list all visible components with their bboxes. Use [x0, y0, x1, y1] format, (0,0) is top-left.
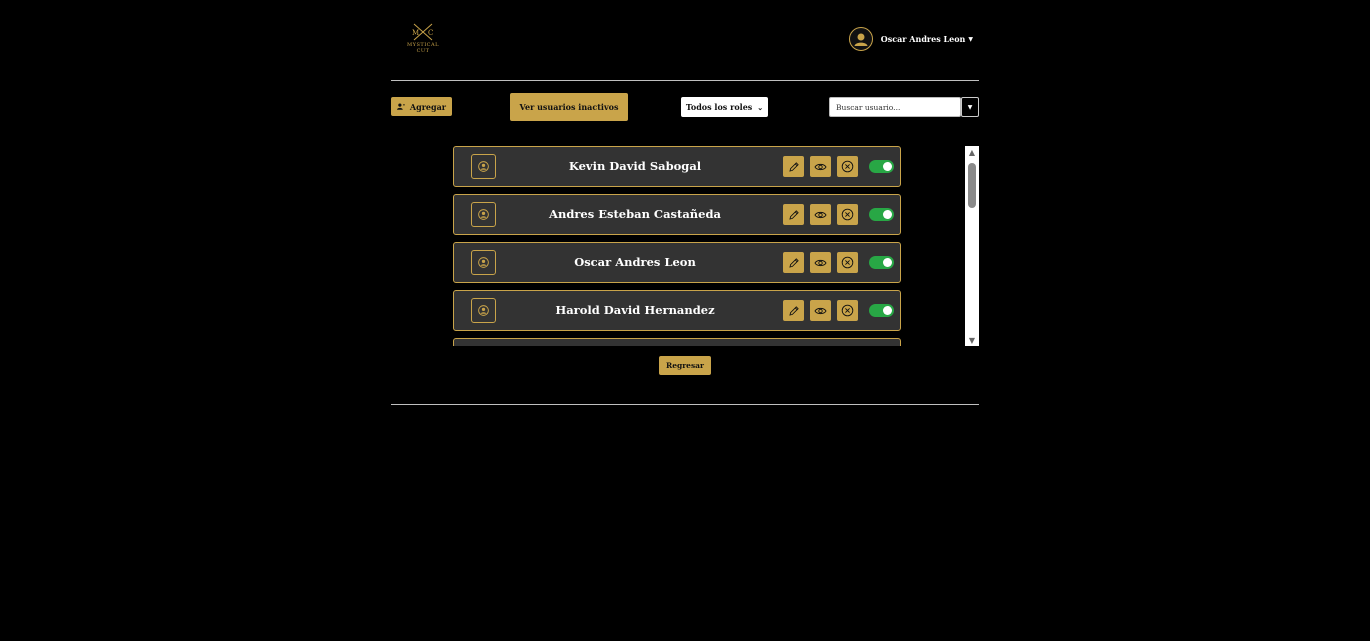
user-profile-button[interactable] — [471, 202, 496, 227]
caret-down-icon: ▼ — [968, 35, 973, 43]
crossed-scissors-icon: M C — [412, 23, 433, 41]
pencil-icon — [788, 209, 799, 220]
pencil-icon — [788, 305, 799, 316]
svg-text:M: M — [412, 29, 419, 37]
deactivate-button[interactable] — [837, 252, 858, 273]
eye-icon — [814, 307, 827, 314]
edit-button[interactable] — [783, 204, 804, 225]
deactivate-button[interactable] — [837, 300, 858, 321]
user-name: Oscar Andres Leon — [574, 255, 696, 269]
user-name: Kevin David Sabogal — [568, 159, 702, 173]
search-dropdown-button[interactable]: ▼ — [961, 97, 979, 117]
user-avatar-icon — [854, 33, 868, 46]
x-circle-icon — [841, 256, 854, 269]
view-button[interactable] — [810, 204, 831, 225]
view-button[interactable] — [810, 156, 831, 177]
roles-select-value: Todos los roles — [685, 102, 753, 112]
back-button[interactable]: Regresar — [659, 356, 711, 375]
eye-icon — [814, 163, 827, 170]
add-user-label: Agregar — [409, 101, 446, 112]
scrollbar-thumb[interactable] — [968, 163, 976, 208]
active-toggle[interactable] — [869, 304, 894, 317]
user-circle-icon — [478, 257, 489, 268]
user-profile-button[interactable] — [471, 298, 496, 323]
user-circle-icon — [478, 305, 489, 316]
user-card-partial — [453, 338, 901, 346]
edit-button[interactable] — [783, 252, 804, 273]
user-list-scrollbar[interactable]: ▲ ▼ — [965, 146, 979, 346]
search-group: ▼ — [829, 97, 979, 117]
view-button[interactable] — [810, 300, 831, 321]
brand-logo[interactable]: M C MYSTICAL CUT — [400, 22, 446, 62]
caret-down-icon: ▼ — [967, 103, 973, 111]
eye-icon — [814, 211, 827, 218]
header-divider — [391, 80, 979, 81]
brand-subname: CUT — [416, 48, 430, 54]
user-card: Andres Esteban Castañeda — [453, 194, 901, 235]
deactivate-button[interactable] — [837, 204, 858, 225]
user-circle-icon — [478, 209, 489, 220]
user-card: Kevin David Sabogal — [453, 146, 901, 187]
user-profile-button[interactable] — [471, 154, 496, 179]
pencil-icon — [788, 161, 799, 172]
scroll-up-arrow-icon[interactable]: ▲ — [965, 146, 979, 158]
pencil-icon — [788, 257, 799, 268]
x-circle-icon — [841, 160, 854, 173]
edit-button[interactable] — [783, 300, 804, 321]
deactivate-button[interactable] — [837, 156, 858, 177]
user-card: Harold David Hernandez — [453, 290, 901, 331]
user-plus-icon — [397, 103, 405, 110]
active-toggle[interactable] — [869, 160, 894, 173]
svg-text:C: C — [428, 29, 433, 37]
chevron-down-icon: ⌄ — [757, 102, 764, 112]
x-circle-icon — [841, 304, 854, 317]
active-toggle[interactable] — [869, 256, 894, 269]
x-circle-icon — [841, 208, 854, 221]
toolbar: Agregar Ver usuarios inactivos Todos los… — [391, 93, 979, 121]
footer-divider — [391, 404, 979, 405]
view-button[interactable] — [810, 252, 831, 273]
add-user-button[interactable]: Agregar — [391, 97, 452, 116]
user-profile-button[interactable] — [471, 250, 496, 275]
user-name: Oscar Andres Leon — [880, 34, 966, 44]
eye-icon — [814, 259, 827, 266]
roles-select[interactable]: Todos los roles ⌄ — [681, 97, 768, 117]
search-input[interactable] — [829, 97, 961, 117]
header: M C MYSTICAL CUT Oscar Andres Leon ▼ — [391, 18, 979, 80]
user-card: Oscar Andres Leon — [453, 242, 901, 283]
edit-button[interactable] — [783, 156, 804, 177]
user-name: Harold David Hernandez — [555, 303, 715, 317]
active-toggle[interactable] — [869, 208, 894, 221]
view-inactive-users-button[interactable]: Ver usuarios inactivos — [510, 93, 628, 121]
user-menu-dropdown[interactable]: Oscar Andres Leon ▼ — [848, 27, 973, 51]
avatar — [848, 27, 873, 51]
user-list[interactable]: Kevin David Sabogal Andres Esteban Casta… — [391, 146, 979, 346]
user-name: Andres Esteban Castañeda — [549, 207, 721, 221]
scroll-down-arrow-icon[interactable]: ▼ — [965, 334, 979, 346]
user-circle-icon — [478, 161, 489, 172]
